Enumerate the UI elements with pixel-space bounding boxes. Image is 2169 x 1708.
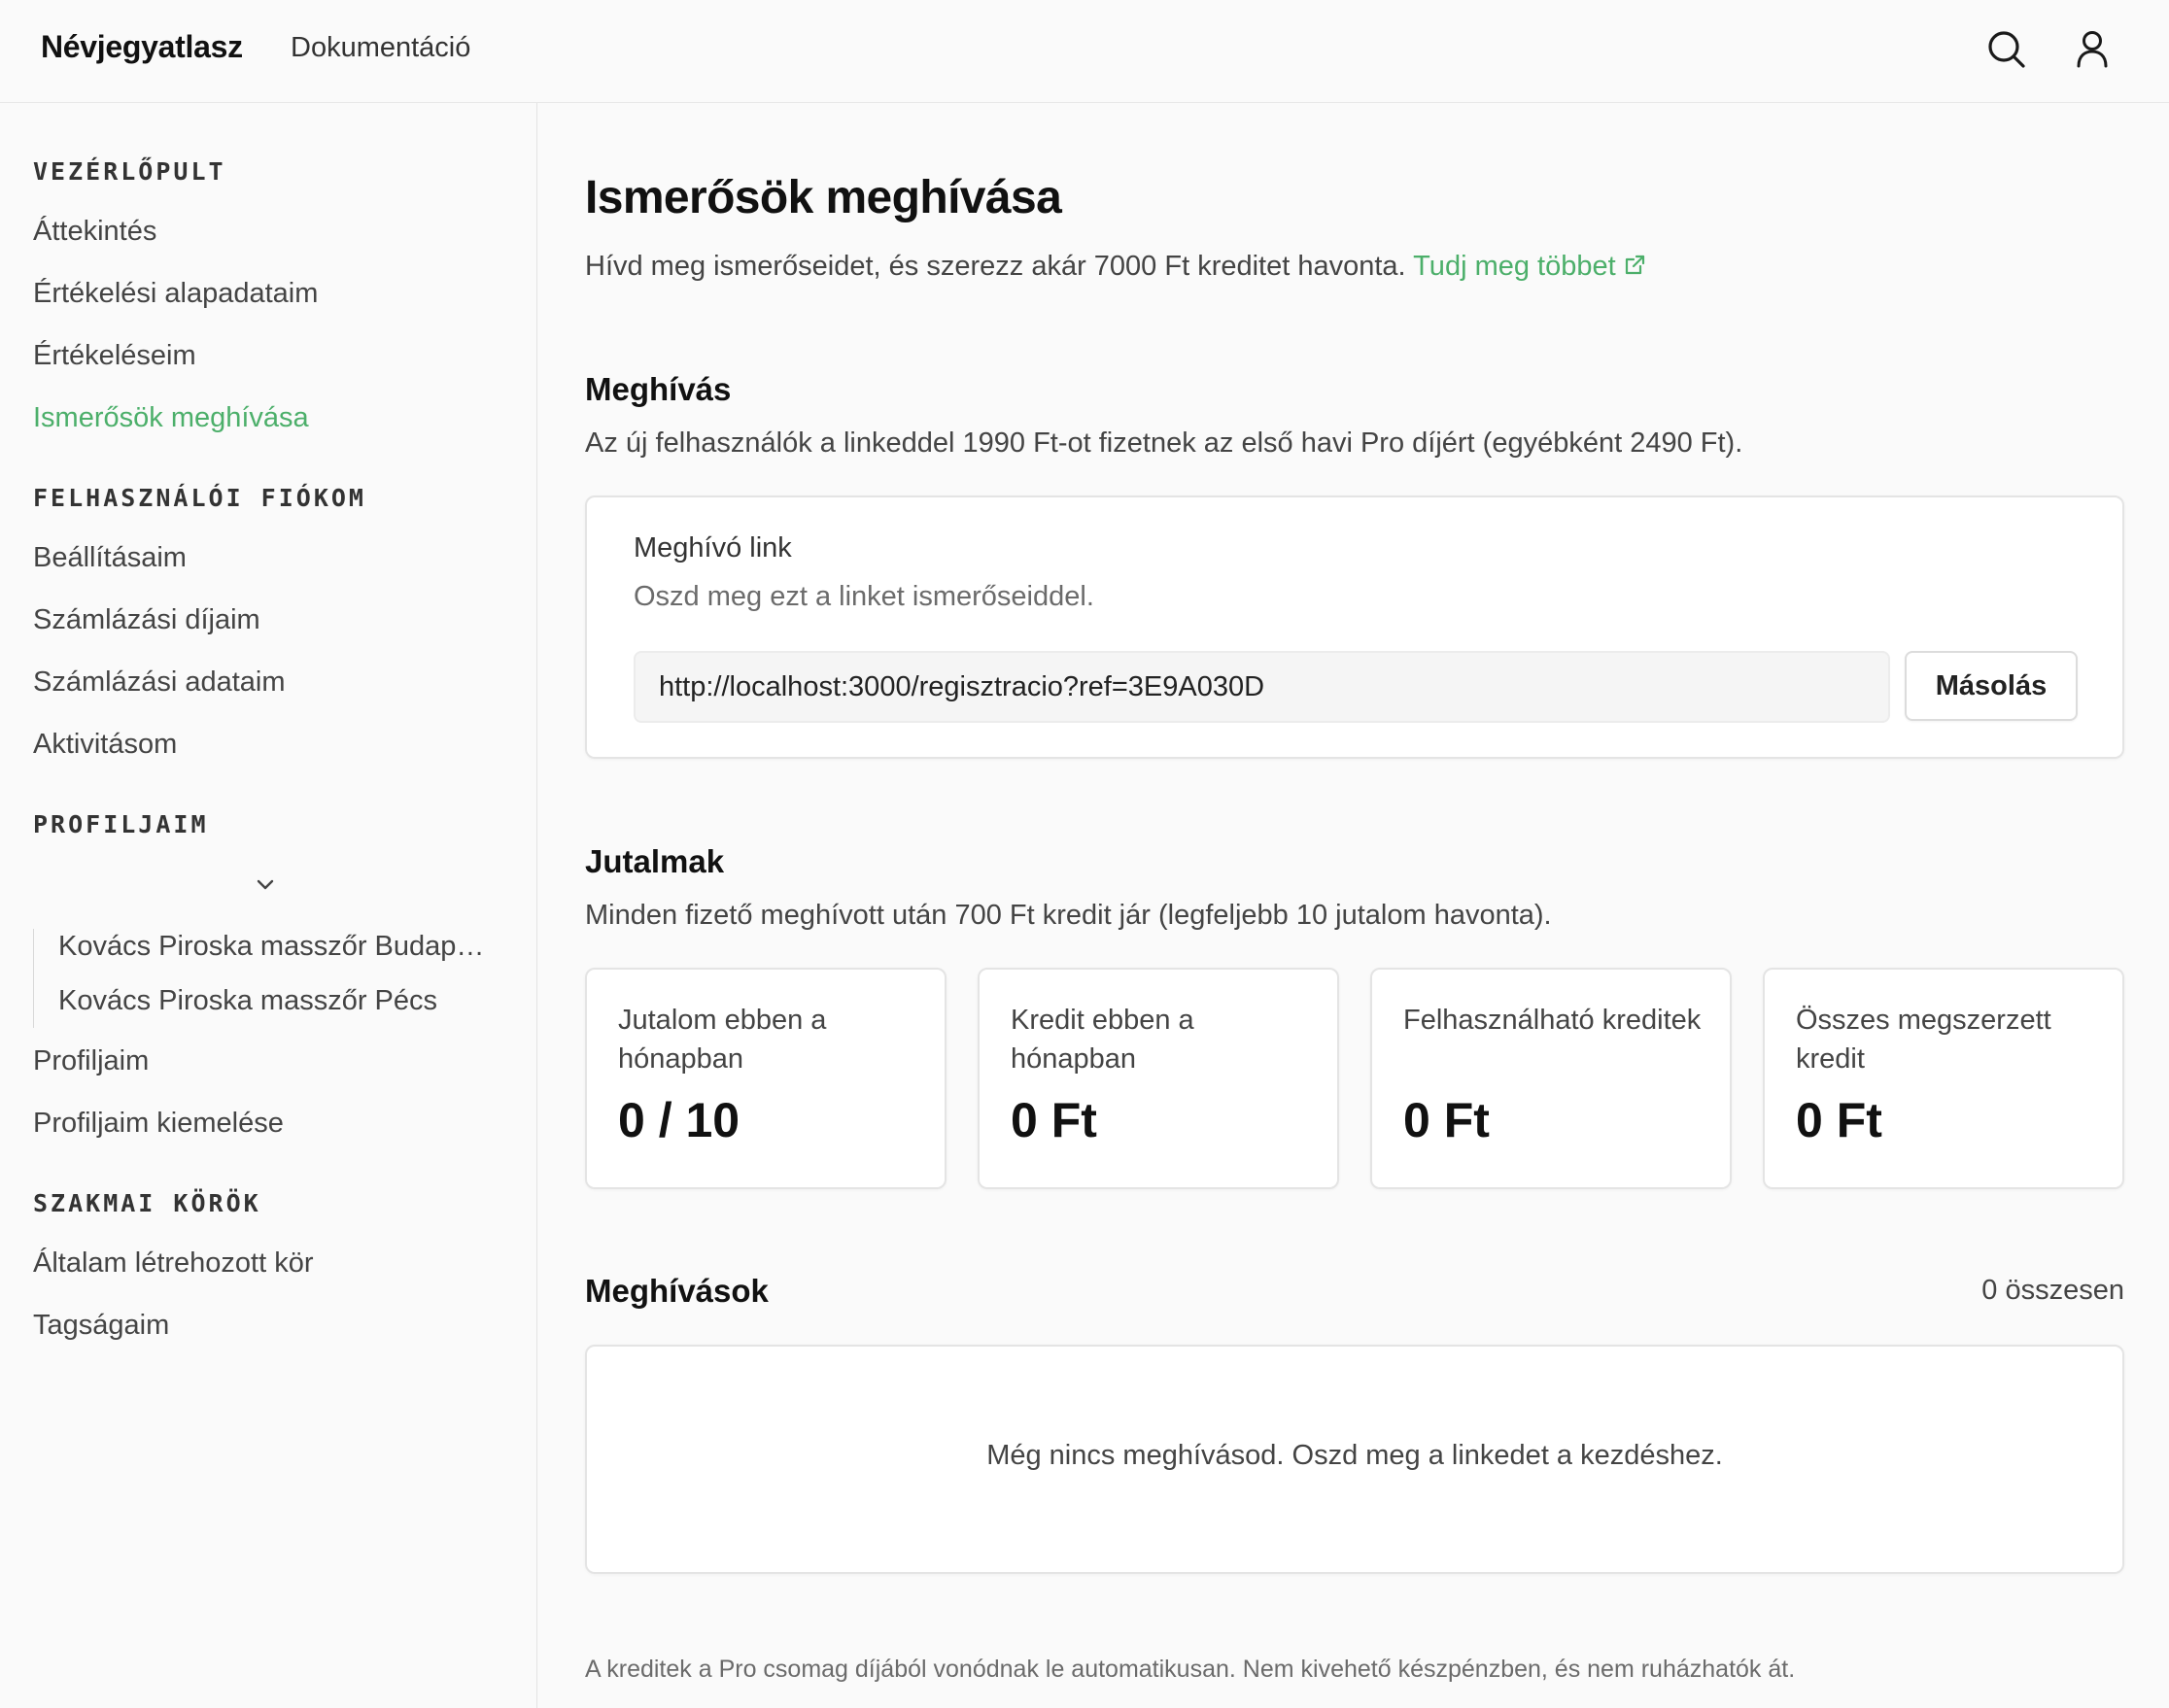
stat-value: 0 / 10 — [618, 1093, 740, 1147]
invite-link-label: Meghívó link — [634, 532, 792, 564]
stat-card-credit-month: Kredit ebben a hónapban 0 Ft — [978, 968, 1339, 1189]
user-icon[interactable] — [2068, 25, 2117, 74]
nav-documentation-link[interactable]: Dokumentáció — [291, 32, 470, 64]
brand-logo[interactable]: Névjegyatlasz — [41, 29, 243, 65]
stat-value: 0 Ft — [1403, 1093, 1490, 1147]
learn-more-link[interactable]: Tudj meg többet — [1413, 251, 1647, 282]
sidebar-heading-account: FELHASZNÁLÓI FIÓKOM — [33, 484, 366, 512]
invites-count: 0 összesen — [1981, 1275, 2124, 1306]
sidebar-heading-circles: SZAKMAI KÖRÖK — [33, 1189, 261, 1217]
stat-label: Összes megszerzett kredit — [1796, 1005, 2051, 1075]
page-intro: Hívd meg ismerőseidet, és szerezz akár 7… — [585, 251, 1647, 283]
stat-label: Jutalom ebben a hónapban — [618, 1005, 827, 1075]
learn-more-label[interactable]: Tudj meg többet — [1413, 251, 1616, 282]
stat-value: 0 Ft — [1796, 1093, 1882, 1147]
page-title: Ismerősök meghívása — [585, 172, 1062, 223]
sidebar-item-invite-friends[interactable]: Ismerősök meghívása — [33, 402, 309, 434]
sidebar-item-created-circle[interactable]: Általam létrehozott kör — [33, 1247, 314, 1280]
sidebar-profile-budapest[interactable]: Kovács Piroska masszőr Budapest — [58, 931, 486, 963]
stat-label: Kredit ebben a hónapban — [1011, 1005, 1194, 1075]
invite-link-hint: Oszd meg ezt a linket ismerőseiddel. — [634, 581, 1094, 612]
invite-link-card: Meghívó link Oszd meg ezt a linket ismer… — [585, 495, 2124, 759]
invite-section-title: Meghívás — [585, 371, 732, 407]
copy-button[interactable]: Másolás — [1905, 651, 2078, 721]
stat-value: 0 Ft — [1011, 1093, 1097, 1147]
external-link-icon[interactable] — [1622, 253, 1647, 278]
sidebar-item-ratings[interactable]: Értékeléseim — [33, 340, 196, 372]
sidebar-heading-dashboard: VEZÉRLŐPULT — [33, 157, 226, 186]
stat-card-rewards-month: Jutalom ebben a hónapban 0 / 10 — [585, 968, 947, 1189]
sidebar-item-my-profiles[interactable]: Profiljaim — [33, 1045, 149, 1077]
intro-text: Hívd meg ismerőseidet, és szerezz akár 7… — [585, 251, 1406, 282]
invite-link-field[interactable]: http://localhost:3000/regisztracio?ref=3… — [634, 651, 1890, 723]
stat-label: Felhasználható kreditek — [1403, 1005, 1702, 1036]
sidebar-item-rating-basics[interactable]: Értékelési alapadataim — [33, 278, 318, 310]
invites-empty-card: Még nincs meghívásod. Oszd meg a linkede… — [585, 1345, 2124, 1574]
stat-card-usable-credits: Felhasználható kreditek 0 Ft — [1370, 968, 1732, 1189]
sidebar: VEZÉRLŐPULT Áttekintés Értékelési alapad… — [0, 103, 537, 1708]
sidebar-heading-profiles: PROFILJAIM — [33, 810, 209, 838]
sidebar-item-memberships[interactable]: Tagságaim — [33, 1310, 169, 1342]
sidebar-profile-pecs[interactable]: Kovács Piroska masszőr Pécs — [58, 985, 437, 1017]
empty-state-text: Még nincs meghívásod. Oszd meg a linkede… — [986, 1440, 1723, 1471]
stat-card-total-credit: Összes megszerzett kredit 0 Ft — [1763, 968, 2124, 1189]
profile-list-divider — [33, 929, 34, 1028]
sidebar-item-billing-fees[interactable]: Számlázási díjaim — [33, 604, 260, 636]
search-icon[interactable] — [1982, 25, 2031, 74]
invites-section-title: Meghívások — [585, 1273, 769, 1309]
sidebar-item-settings[interactable]: Beállításaim — [33, 542, 187, 574]
sidebar-item-overview[interactable]: Áttekintés — [33, 216, 156, 248]
sidebar-item-profile-highlight[interactable]: Profiljaim kiemelése — [33, 1108, 284, 1140]
credits-footnote: A kreditek a Pro csomag díjából vonódnak… — [585, 1656, 1796, 1683]
chevron-down-icon[interactable] — [251, 871, 280, 900]
sidebar-item-billing-details[interactable]: Számlázási adataim — [33, 666, 286, 699]
top-bar: Névjegyatlasz Dokumentáció — [0, 0, 2169, 103]
invite-section-description: Az új felhasználók a linkeddel 1990 Ft-o… — [585, 427, 1743, 459]
rewards-section-title: Jutalmak — [585, 843, 725, 879]
rewards-section-description: Minden fizető meghívott után 700 Ft kred… — [585, 900, 1552, 931]
sidebar-item-activity[interactable]: Aktivitásom — [33, 729, 177, 761]
